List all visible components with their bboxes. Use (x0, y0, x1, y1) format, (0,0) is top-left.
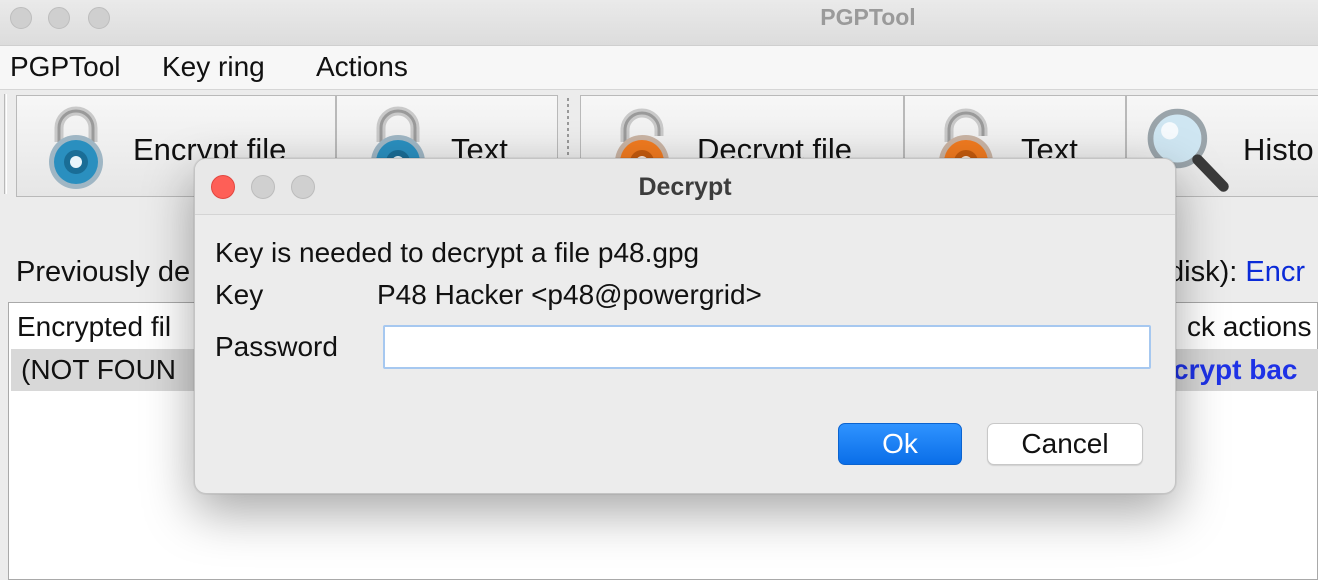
history-label: Histo (1243, 132, 1314, 167)
decrypt-dialog: Decrypt Key is needed to decrypt a file … (194, 158, 1176, 494)
background-right-prefix: disk): (1168, 256, 1238, 288)
cancel-button[interactable]: Cancel (987, 423, 1143, 465)
key-label: Key (215, 279, 264, 310)
password-label: Password (215, 331, 338, 362)
main-titlebar: PGPTool (0, 0, 1318, 46)
dialog-title: Decrypt (638, 173, 732, 201)
password-input[interactable] (383, 325, 1151, 369)
key-value: P48 Hacker <p48@powergrid> (377, 279, 762, 310)
encrypt-back-link[interactable]: crypt bac (1173, 354, 1298, 386)
column-header-encrypted-file[interactable]: Encrypted fil (17, 311, 171, 343)
menu-key-ring[interactable]: Key ring (162, 51, 265, 83)
previously-decrypted-label: Previously de (16, 256, 191, 288)
ok-button[interactable]: Ok (838, 423, 962, 465)
window-title: PGPTool (820, 4, 916, 30)
dialog-message: Key is needed to decrypt a file p48.gpg (215, 237, 700, 268)
dialog-titlebar: Decrypt (195, 159, 1175, 215)
column-header-actions[interactable]: ck actions (1187, 311, 1312, 343)
encrypt-link[interactable]: Encr (1245, 256, 1305, 288)
lock-closed-blue-icon (49, 106, 103, 189)
table-cell-file: (NOT FOUN (21, 354, 177, 385)
menu-pgptool[interactable]: PGPTool (10, 51, 121, 83)
menu-actions[interactable]: Actions (316, 51, 408, 83)
background-right-label: disk): Encr (1168, 256, 1305, 289)
toolbar-grip[interactable] (4, 94, 7, 194)
menu-bar: PGPTool Key ring Actions (0, 46, 1318, 90)
